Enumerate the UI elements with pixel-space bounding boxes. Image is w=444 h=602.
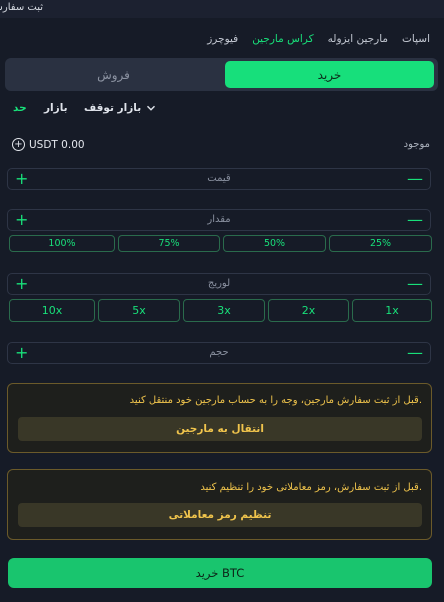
panel-header: ثبت سفارش — [0, 0, 444, 18]
buy-btc-button[interactable]: خرید BTC — [8, 558, 432, 588]
leverage-chip-10x[interactable]: 10x — [9, 299, 95, 322]
margin-transfer-message: قبل از ثبت سفارش مارجین، وجه را به حساب … — [129, 395, 422, 406]
percent-chip-25[interactable]: 25% — [329, 235, 432, 252]
order-type-limit[interactable]: حد — [13, 102, 27, 114]
margin-transfer-notice: قبل از ثبت سفارش مارجین، وجه را به حساب … — [7, 383, 432, 453]
volume-placeholder: حجم — [209, 347, 229, 358]
price-input[interactable]: + قیمت — — [7, 168, 431, 190]
tab-spot[interactable]: اسپات — [402, 33, 430, 45]
trading-pin-notice: قبل از ثبت سفارش، رمز معاملاتی خود را تن… — [7, 469, 432, 540]
leverage-decrement-icon[interactable]: — — [407, 274, 423, 294]
transfer-to-margin-button[interactable]: انتقال به مارجین — [18, 417, 422, 441]
amount-input[interactable]: + مقدار — — [7, 209, 431, 231]
leverage-placeholder: لوریج — [207, 278, 231, 289]
trading-pin-message: قبل از ثبت سفارش، رمز معاملاتی خود را تن… — [200, 482, 422, 493]
chevron-down-icon — [147, 105, 156, 111]
sell-tab[interactable]: فروش — [9, 61, 218, 88]
tab-isolated-margin[interactable]: مارجین ایزوله — [328, 33, 388, 45]
amount-decrement-icon[interactable]: — — [407, 210, 423, 230]
plus-circle-icon[interactable]: + — [12, 138, 25, 151]
leverage-chip-1x[interactable]: 1x — [352, 299, 432, 322]
order-type-stop-label: بازار توقف — [84, 102, 142, 114]
amount-placeholder: مقدار — [207, 214, 231, 225]
side-toggle: خرید فروش — [5, 58, 438, 91]
price-placeholder: قیمت — [207, 173, 231, 184]
set-trading-pin-button[interactable]: تنظیم رمز معاملاتی — [18, 503, 422, 527]
volume-input[interactable]: + حجم — — [7, 342, 431, 364]
leverage-input[interactable]: + لوریج — — [7, 273, 431, 295]
leverage-chip-3x[interactable]: 3x — [183, 299, 265, 322]
available-balance: + USDT 0.00 — [12, 138, 85, 151]
leverage-chip-2x[interactable]: 2x — [268, 299, 349, 322]
percent-chip-100[interactable]: 100% — [9, 235, 115, 252]
order-type-stop-market[interactable]: بازار توقف — [84, 102, 156, 114]
available-value: USDT 0.00 — [29, 138, 85, 151]
leverage-chip-5x[interactable]: 5x — [98, 299, 180, 322]
volume-decrement-icon[interactable]: — — [407, 343, 423, 363]
percent-chip-50[interactable]: 50% — [223, 235, 326, 252]
price-decrement-icon[interactable]: — — [407, 169, 423, 189]
market-tabs: اسپات مارجین ایزوله کراس مارجین فیوچرز — [207, 33, 430, 45]
buy-tab[interactable]: خرید — [225, 61, 434, 88]
tab-cross-margin[interactable]: کراس مارجین — [252, 33, 313, 45]
order-type-market[interactable]: بازار — [44, 102, 68, 114]
tab-futures[interactable]: فیوچرز — [207, 33, 238, 45]
available-label: موجود — [403, 139, 430, 150]
order-type-tabs: حد بازار بازار توقف — [0, 101, 444, 117]
panel-title: ثبت سفارش — [0, 2, 43, 13]
percent-chip-75[interactable]: 75% — [118, 235, 220, 252]
